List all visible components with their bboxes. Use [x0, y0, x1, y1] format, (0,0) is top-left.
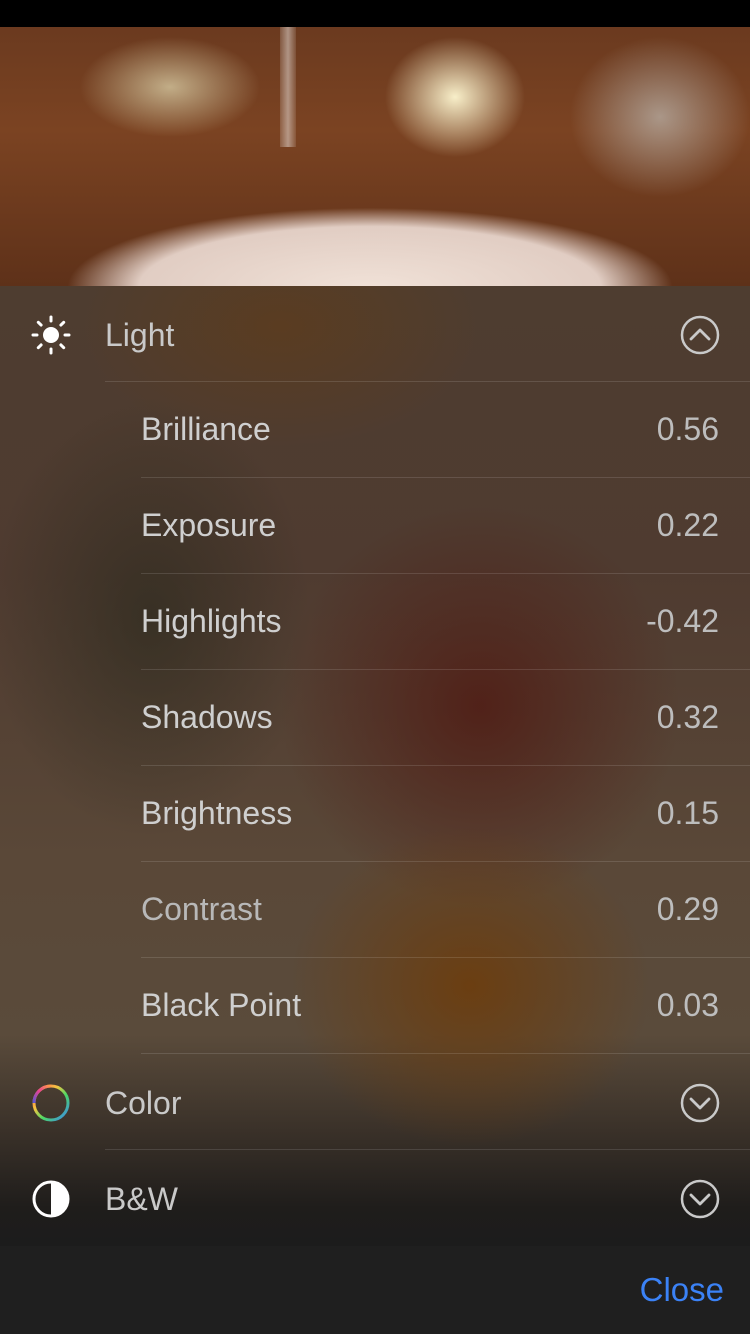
item-value: -0.42 [646, 603, 719, 639]
adjust-item-highlights[interactable]: Highlights -0.42 [0, 574, 750, 670]
photo-adjust-screen: Light Brilliance 0.56 Exposure 0.22 High… [0, 0, 750, 1334]
item-label: Exposure [141, 507, 277, 543]
chevron-up-icon [680, 315, 720, 355]
adjust-item-brilliance[interactable]: Brilliance 0.56 [0, 382, 750, 478]
item-label: Contrast [141, 891, 262, 927]
adjust-item-exposure[interactable]: Exposure 0.22 [0, 478, 750, 574]
item-value: 0.32 [656, 699, 719, 735]
adjust-item-shadows[interactable]: Shadows 0.32 [0, 670, 750, 766]
item-value: 0.29 [656, 891, 719, 927]
item-label: Highlights [141, 603, 282, 639]
collapse-light-button[interactable] [680, 315, 720, 355]
expand-bw-button[interactable] [680, 1179, 720, 1219]
status-bar [0, 0, 750, 27]
adjust-item-contrast[interactable]: Contrast 0.29 [0, 862, 750, 958]
expand-color-button[interactable] [680, 1083, 720, 1123]
half-circle-icon [30, 1178, 72, 1220]
item-label: Shadows [141, 699, 273, 735]
sun-icon [30, 314, 72, 356]
section-color[interactable]: Color [0, 1054, 750, 1150]
item-value: 0.22 [656, 507, 719, 543]
section-light[interactable]: Light [0, 286, 750, 382]
color-wheel-icon [30, 1082, 72, 1124]
item-label: Brilliance [141, 411, 271, 447]
photo-detail [280, 27, 296, 147]
section-bw[interactable]: B&W [0, 1150, 750, 1246]
item-label: Black Point [141, 987, 302, 1023]
photo-preview [0, 27, 750, 286]
item-value: 0.56 [656, 411, 719, 447]
adjust-item-black-point[interactable]: Black Point 0.03 [0, 958, 750, 1054]
adjust-item-brightness[interactable]: Brightness 0.15 [0, 766, 750, 862]
chevron-down-icon [680, 1083, 720, 1123]
item-value: 0.15 [656, 795, 719, 831]
section-color-label: Color [105, 1085, 182, 1121]
item-label: Brightness [141, 795, 293, 831]
chevron-down-icon [680, 1179, 720, 1219]
item-value: 0.03 [656, 987, 719, 1023]
close-button[interactable]: Close [640, 1270, 724, 1310]
bottom-toolbar: Close [0, 1246, 750, 1334]
section-light-label: Light [105, 317, 175, 353]
section-bw-label: B&W [105, 1181, 178, 1217]
adjust-panel: Light Brilliance 0.56 Exposure 0.22 High… [0, 286, 750, 1246]
